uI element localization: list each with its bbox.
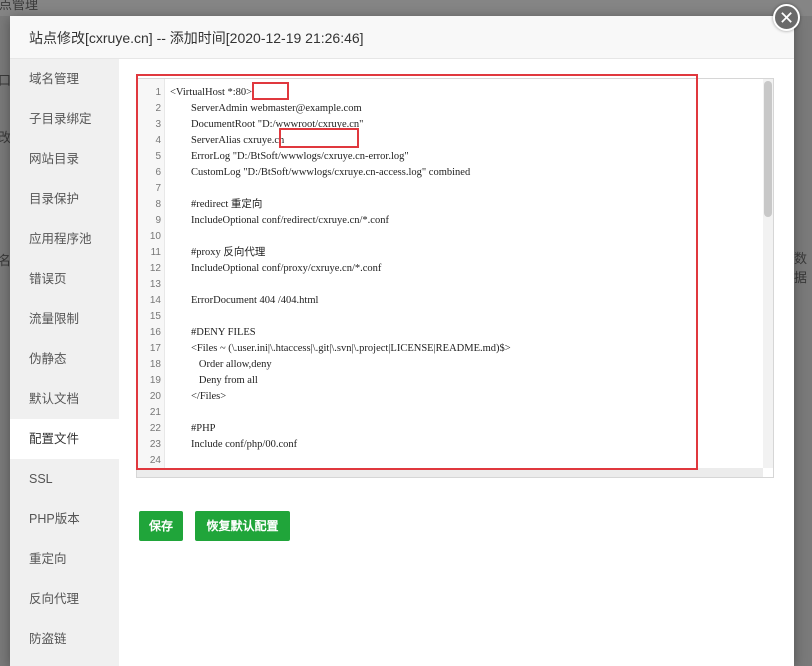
sidebar-item[interactable]: 子目录绑定 (10, 99, 119, 139)
sidebar-item[interactable]: 默认文档 (10, 379, 119, 419)
settings-sidebar: 域名管理 子目录绑定 网站目录 目录保护 应用程序池 错误页 流量限制 伪静态 默认文档 配置文件… (10, 59, 119, 666)
sidebar-item[interactable]: 配置文件 (10, 419, 119, 459)
dialog-header: 站点修改[cxruye.cn] -- 添加时间[2020-12-19 21:26… (10, 16, 794, 59)
sidebar-item[interactable]: 反向代理 (10, 579, 119, 619)
sidebar-item[interactable]: 网站目录 (10, 139, 119, 179)
scrollbar-thumb[interactable] (764, 81, 772, 217)
close-icon[interactable]: ✕ (773, 4, 800, 31)
sidebar-item[interactable]: SSL (10, 459, 119, 499)
restore-default-config-button[interactable]: 恢复默认配置 (195, 511, 290, 541)
highlight-box-server-alias (279, 128, 359, 148)
highlight-box-editor (136, 74, 698, 470)
sidebar-item[interactable]: PHP版本 (10, 499, 119, 539)
save-button[interactable]: 保存 (139, 511, 183, 541)
sidebar-item[interactable]: 伪静态 (10, 339, 119, 379)
background-fragment: 数据 (794, 251, 808, 285)
sidebar-item[interactable]: 错误页 (10, 259, 119, 299)
editor-vertical-scrollbar[interactable] (763, 79, 773, 468)
sidebar-item[interactable]: 防盗链 (10, 619, 119, 659)
sidebar-item[interactable]: 应用程序池 (10, 219, 119, 259)
highlight-box-port (252, 82, 289, 100)
background-header-band (0, 0, 812, 16)
sidebar-item[interactable]: 重定向 (10, 539, 119, 579)
dialog-title: 站点修改[cxruye.cn] -- 添加时间[2020-12-19 21:26… (29, 30, 364, 46)
background-page-title: 站点管理 (0, 0, 39, 12)
sidebar-item[interactable]: 流量限制 (10, 299, 119, 339)
sidebar-item[interactable]: 域名管理 (10, 59, 119, 99)
sidebar-item[interactable]: 目录保护 (10, 179, 119, 219)
